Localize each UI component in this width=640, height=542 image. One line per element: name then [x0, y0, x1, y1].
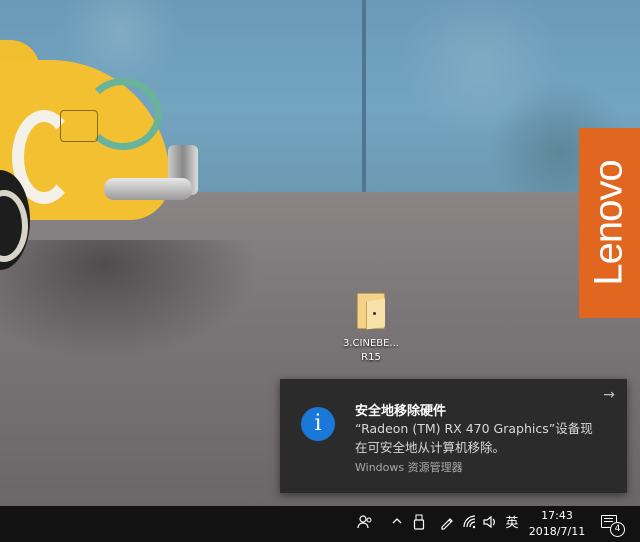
- chevron-up-icon[interactable]: [389, 514, 405, 534]
- desktop-icon-label: 3.CINEBE... R15: [343, 338, 399, 363]
- car-emblem: [60, 110, 98, 142]
- clock-date: 2018/7/11: [528, 525, 586, 538]
- toast-title: 安全地移除硬件: [355, 404, 447, 419]
- speaker-icon[interactable]: [480, 514, 500, 534]
- info-icon: i: [301, 407, 335, 441]
- toast-notification[interactable]: i → 安全地移除硬件 “Radeon (TM) RX 470 Graphics…: [280, 379, 627, 493]
- wallpaper-car-shadow: [0, 240, 260, 360]
- taskbar-clock[interactable]: 17:43 2018/7/11: [524, 508, 590, 540]
- notification-count-badge: 4: [610, 522, 625, 537]
- lenovo-logo-banner: Lenovo: [579, 128, 640, 318]
- toast-source: Windows 资源管理器: [355, 461, 463, 474]
- clock-time: 17:43: [541, 509, 573, 522]
- wifi-icon[interactable]: [460, 514, 480, 534]
- wallpaper-wall-seam: [362, 0, 366, 195]
- toast-body: “Radeon (TM) RX 470 Graphics”设备现在可安全地从计算…: [355, 421, 593, 455]
- people-icon[interactable]: [355, 514, 375, 534]
- ime-indicator[interactable]: 英: [502, 514, 522, 534]
- folder-icon: [357, 293, 385, 329]
- pen-icon[interactable]: [437, 514, 457, 534]
- car-bumper: [104, 178, 192, 200]
- lenovo-logo-text: Lenovo: [586, 160, 631, 286]
- arrow-right-icon[interactable]: →: [603, 387, 615, 403]
- taskbar: 英 17:43 2018/7/11 4: [0, 506, 640, 542]
- action-center-button[interactable]: 4: [598, 512, 625, 537]
- desktop-icon-folder[interactable]: 3.CINEBE... R15: [336, 293, 406, 365]
- usb-drive-icon[interactable]: [411, 514, 427, 534]
